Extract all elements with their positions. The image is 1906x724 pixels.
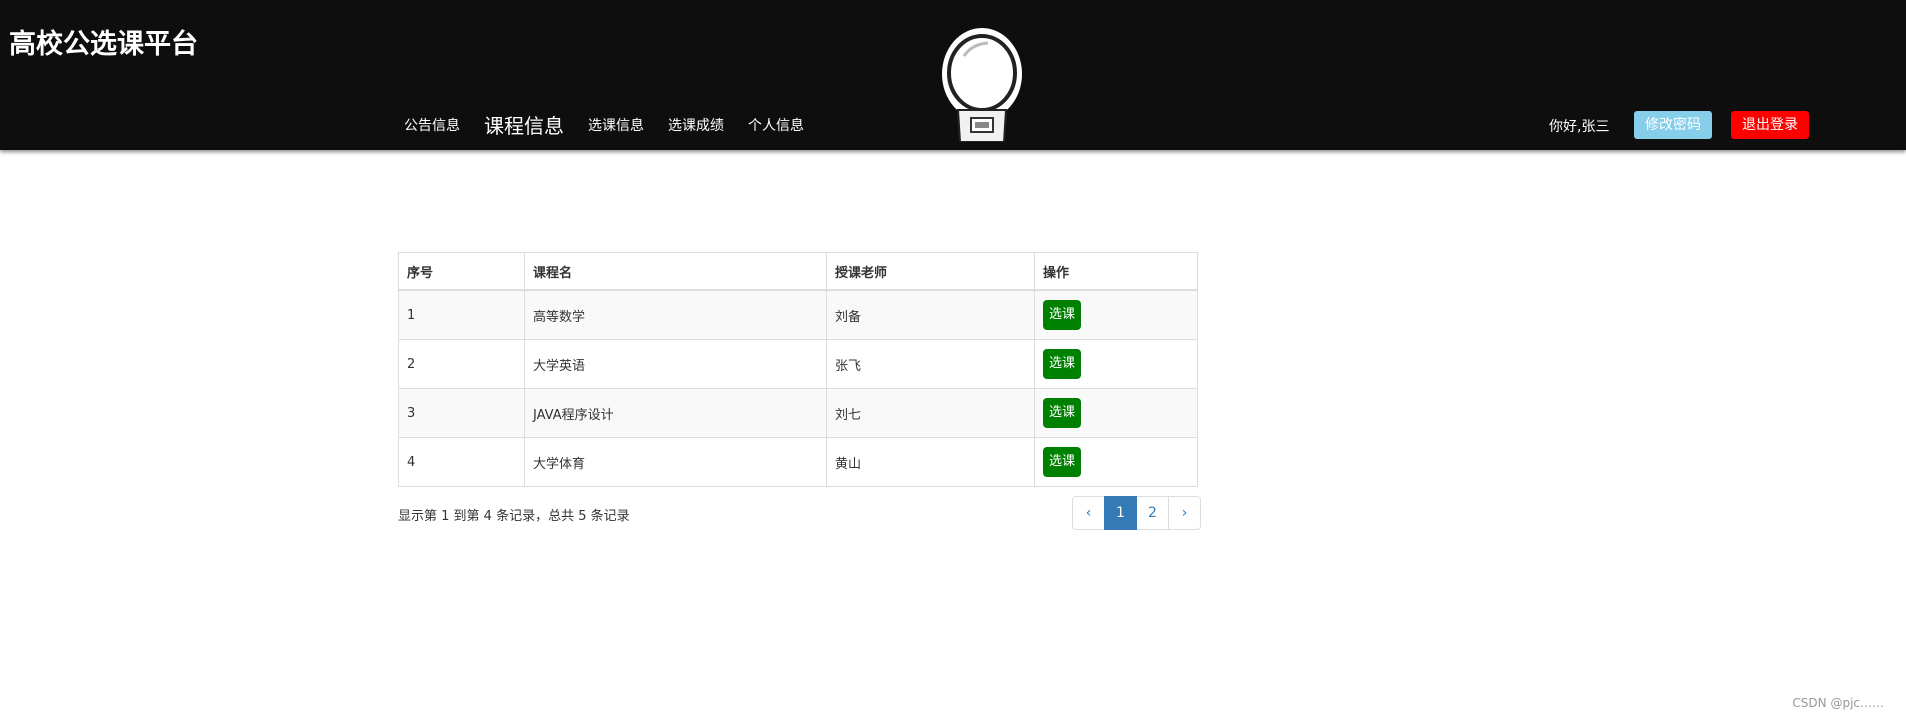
nav-grades[interactable]: 选课成绩	[668, 115, 724, 135]
pagination: ‹ 1 2 ›	[1072, 496, 1201, 530]
column-header-action: 操作	[1034, 252, 1198, 291]
site-title: 高校公选课平台	[9, 29, 198, 60]
select-course-button[interactable]: 选课	[1043, 447, 1082, 477]
next-page-button[interactable]: ›	[1168, 496, 1201, 530]
table-row: 3 JAVA程序设计 刘七 选课	[398, 388, 1198, 438]
nav-profile[interactable]: 个人信息	[748, 115, 804, 135]
cell-action: 选课	[1034, 437, 1198, 487]
cell-action: 选课	[1034, 339, 1198, 389]
cell-teacher: 黄山	[826, 437, 1035, 487]
column-header-teacher: 授课老师	[826, 252, 1035, 291]
cell-index: 3	[398, 388, 525, 438]
cell-course: 大学英语	[524, 339, 827, 389]
select-course-button[interactable]: 选课	[1043, 349, 1082, 379]
nav-courses[interactable]: 课程信息	[484, 110, 564, 139]
cell-index: 2	[398, 339, 525, 389]
top-navbar: 高校公选课平台 公告信息 课程信息 选课信息 选课成绩 个人信息 你好,张三 修…	[0, 0, 1906, 150]
course-table: 序号 课程名 授课老师 操作 1 高等数学 刘备 选课 2 大学英语 张飞 选课…	[398, 252, 1198, 487]
column-header-index: 序号	[398, 252, 525, 291]
cell-action: 选课	[1034, 289, 1198, 340]
cell-course: 高等数学	[524, 289, 827, 340]
main-nav: 公告信息 课程信息 选课信息 选课成绩 个人信息	[404, 110, 828, 139]
cell-action: 选课	[1034, 388, 1198, 438]
change-password-button[interactable]: 修改密码	[1634, 111, 1712, 139]
records-summary: 显示第 1 到第 4 条记录，总共 5 条记录	[398, 509, 630, 524]
nav-announcements[interactable]: 公告信息	[404, 115, 460, 135]
astronaut-robot-icon	[942, 28, 1022, 142]
table-header-row: 序号 课程名 授课老师 操作	[398, 252, 1198, 291]
table-row: 1 高等数学 刘备 选课	[398, 289, 1198, 340]
nav-selections[interactable]: 选课信息	[588, 115, 644, 135]
cell-teacher: 刘备	[826, 289, 1035, 340]
cell-course: JAVA程序设计	[524, 388, 827, 438]
select-course-button[interactable]: 选课	[1043, 300, 1082, 330]
select-course-button[interactable]: 选课	[1043, 398, 1082, 428]
table-row: 4 大学体育 黄山 选课	[398, 437, 1198, 487]
logout-button[interactable]: 退出登录	[1731, 111, 1809, 139]
watermark: CSDN @pjc……	[1792, 696, 1884, 710]
cell-teacher: 张飞	[826, 339, 1035, 389]
prev-page-button[interactable]: ‹	[1072, 496, 1105, 530]
column-header-course: 课程名	[524, 252, 827, 291]
cell-index: 4	[398, 437, 525, 487]
cell-index: 1	[398, 289, 525, 340]
page-button-1[interactable]: 1	[1104, 496, 1137, 530]
page-button-2[interactable]: 2	[1136, 496, 1169, 530]
cell-teacher: 刘七	[826, 388, 1035, 438]
user-greeting: 你好,张三	[1549, 119, 1610, 135]
cell-course: 大学体育	[524, 437, 827, 487]
table-row: 2 大学英语 张飞 选课	[398, 339, 1198, 389]
